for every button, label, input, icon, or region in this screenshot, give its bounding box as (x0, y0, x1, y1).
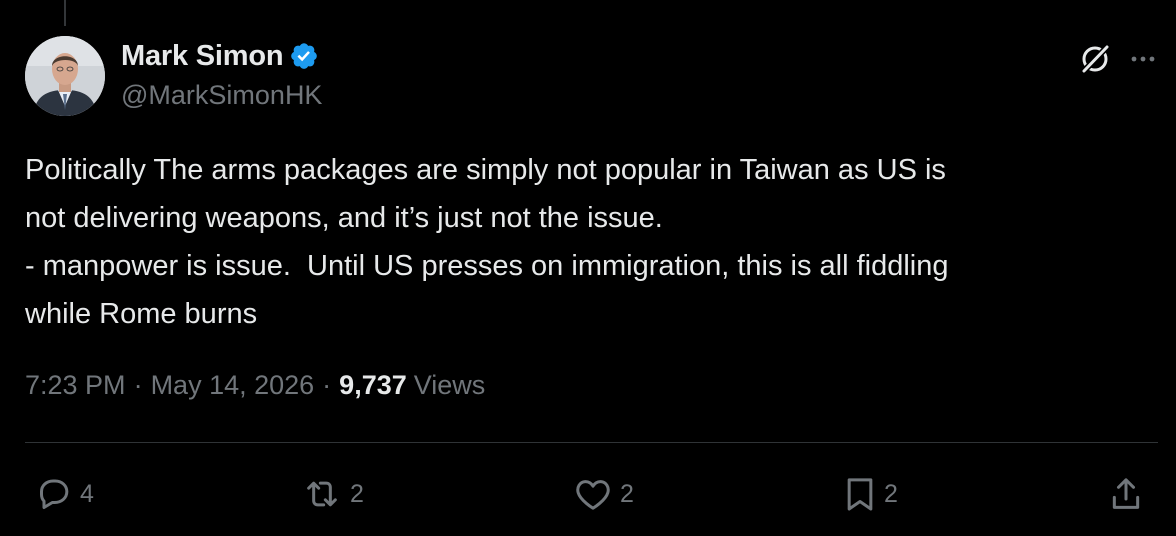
views-label: Views (413, 370, 486, 400)
bookmark-icon (847, 478, 873, 511)
author-display-name[interactable]: Mark Simon (121, 40, 284, 73)
bookmark-count: 2 (884, 479, 898, 508)
repost-button[interactable]: 2 (300, 470, 364, 518)
post-date[interactable]: May 14, 2026 (151, 370, 315, 401)
heart-icon (576, 480, 610, 510)
bookmark-button[interactable]: 2 (842, 470, 898, 518)
post-time[interactable]: 7:23 PM (25, 370, 126, 401)
thread-connector-line (64, 0, 66, 26)
post-text: Politically The arms packages are simply… (25, 154, 949, 330)
repost-icon (307, 481, 337, 507)
post-top-actions (1076, 40, 1158, 83)
avatar-photo (25, 36, 105, 116)
share-icon (1112, 478, 1140, 509)
verified-badge-icon[interactable] (289, 41, 319, 71)
meta-separator: · (322, 370, 332, 400)
author-handle[interactable]: @MarkSimonHK (121, 80, 322, 111)
reply-count: 4 (80, 479, 94, 508)
divider (25, 442, 1158, 443)
views-count[interactable]: 9,737 (339, 370, 407, 401)
share-button[interactable] (1108, 470, 1144, 518)
grok-icon[interactable] (1076, 40, 1114, 83)
reply-icon (40, 479, 69, 509)
meta-separator: · (133, 370, 143, 400)
like-count: 2 (620, 479, 634, 508)
post-meta: 7:23 PM · May 14, 2026 · 9,737 Views (25, 370, 485, 401)
reply-button[interactable]: 4 (34, 470, 94, 518)
author-block: Mark Simon @MarkSimonHK (121, 38, 322, 111)
like-button[interactable]: 2 (572, 470, 634, 518)
avatar[interactable] (25, 36, 105, 116)
more-icon[interactable] (1128, 44, 1158, 79)
repost-count: 2 (350, 479, 364, 508)
